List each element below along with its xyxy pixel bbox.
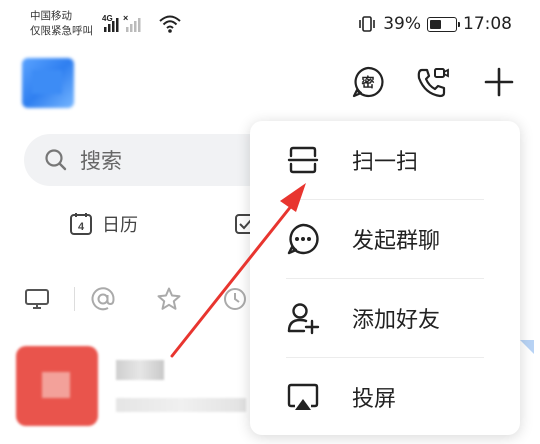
emergency-only-text: 仅限紧急呼叫 (30, 25, 93, 37)
signal-indicators: 4G × (102, 12, 182, 34)
carrier-name: 中国移动 (30, 10, 72, 22)
screen-cast-icon (286, 380, 320, 414)
filter-divider (74, 287, 75, 311)
add-button[interactable] (481, 64, 517, 100)
carrier-info: 中国移动 仅限紧急呼叫 (30, 9, 93, 39)
scan-icon (286, 143, 320, 177)
chat-preview-blurred (116, 398, 246, 412)
filter-mentions[interactable] (88, 284, 118, 314)
calendar-icon: 4 (70, 213, 92, 235)
menu-item-scan[interactable]: 扫一扫 (250, 121, 520, 199)
quick-action-calendar[interactable]: 4 日历 (68, 211, 138, 237)
status-bar: 中国移动 仅限紧急呼叫 4G × 39% 17:08 (0, 0, 540, 46)
group-chat-icon (286, 222, 320, 256)
filter-desktop[interactable] (22, 284, 52, 314)
calendar-label: 日历 (102, 215, 138, 236)
menu-item-group-chat[interactable]: 发起群聊 (250, 200, 520, 278)
mini-program-icon: 密 (352, 66, 384, 98)
svg-text:×: × (123, 13, 128, 23)
chat-name-blurred (116, 360, 164, 380)
wifi-icon (159, 15, 181, 33)
network-type-label: 4G (102, 14, 113, 23)
filter-recent[interactable] (220, 284, 250, 314)
menu-item-screen-cast[interactable]: 投屏 (250, 358, 520, 436)
filter-row (22, 284, 286, 314)
add-popup-menu: 扫一扫 发起群聊 添加好友 投屏 (250, 121, 520, 435)
svg-text:密: 密 (360, 75, 374, 91)
battery-icon (427, 16, 460, 32)
menu-item-add-friend[interactable]: 添加好友 (250, 279, 520, 357)
monitor-icon (25, 289, 49, 309)
star-icon (157, 287, 181, 310)
battery-percent: 39% (383, 14, 421, 34)
add-icon (484, 67, 514, 97)
video-call-button[interactable] (414, 64, 450, 100)
clock-icon (224, 288, 246, 310)
video-call-icon (417, 68, 449, 98)
menu-item-label: 发起群聊 (352, 229, 441, 254)
add-friend-icon (286, 301, 320, 335)
pin-marker (520, 340, 534, 354)
search-icon (45, 149, 67, 171)
signal-icon: 4G × (102, 13, 181, 33)
svg-text:4: 4 (78, 221, 85, 233)
search-placeholder: 搜索 (80, 149, 122, 173)
user-avatar[interactable] (22, 58, 74, 108)
menu-item-label: 投屏 (352, 387, 397, 412)
at-icon (91, 287, 115, 311)
menu-item-label: 扫一扫 (352, 150, 419, 175)
mini-program-button[interactable]: 密 (350, 64, 386, 100)
filter-starred[interactable] (154, 284, 184, 314)
chat-avatar[interactable] (16, 346, 98, 426)
status-right: 39% 17:08 (357, 12, 512, 36)
vibrate-icon (359, 16, 376, 32)
menu-item-label: 添加好友 (352, 308, 441, 333)
clock-time: 17:08 (463, 14, 512, 34)
